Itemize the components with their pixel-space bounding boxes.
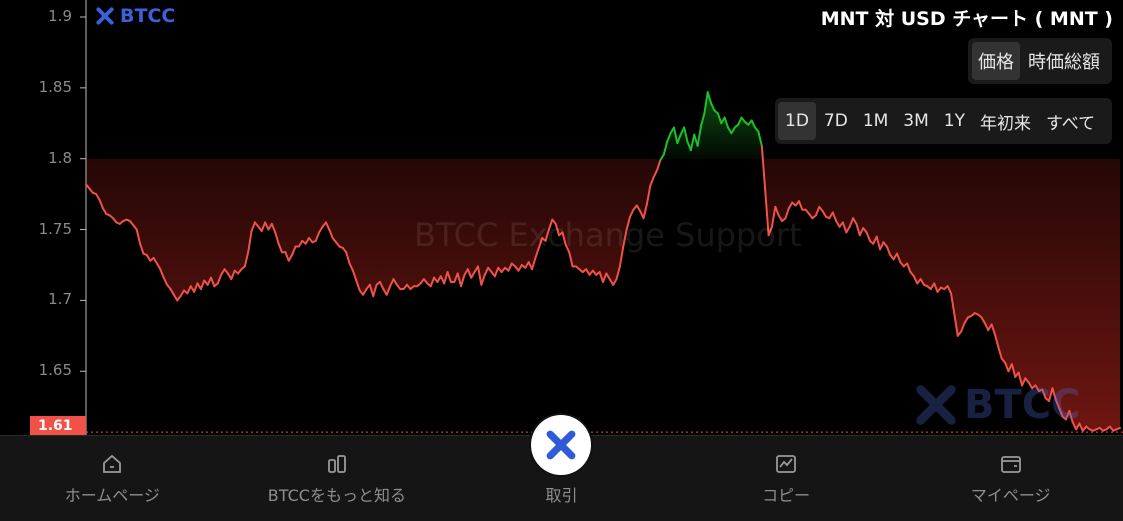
- time-range-tabs: 1D 7D 1M 3M 1Y 年初来 すべて: [775, 98, 1112, 144]
- watermark-x-icon: [916, 385, 956, 425]
- tab-7d[interactable]: 7D: [817, 102, 855, 140]
- watermark-logo: BTCC: [914, 382, 1080, 428]
- nav-home[interactable]: ホームページ: [0, 436, 225, 521]
- nav-mypage[interactable]: マイページ: [898, 436, 1123, 521]
- home-icon: [100, 452, 124, 476]
- price-chart[interactable]: 1.9 1.85 1.8 1.75 1.7 1.65 BTCC Exchange Supp…: [0, 0, 1123, 435]
- watermark-text: BTCC Exchange Support: [414, 216, 802, 254]
- toggle-price[interactable]: 価格: [972, 42, 1020, 80]
- btcc-x-icon: [96, 7, 114, 25]
- nav-learn[interactable]: BTCCをもっと知る: [225, 436, 450, 521]
- price-line-segment: [1115, 426, 1121, 431]
- copy-trading-icon: [774, 452, 798, 476]
- tab-1d[interactable]: 1D: [778, 102, 816, 140]
- tab-1y[interactable]: 1Y: [937, 102, 972, 140]
- chart-title: MNT 対 USD チャート ( MNT ): [820, 8, 1113, 30]
- watermark-logo-text: BTCC: [964, 382, 1081, 428]
- nav-home-label: ホームページ: [64, 486, 160, 505]
- nav-trade-label: 取引: [545, 486, 578, 505]
- y-tick-label: 1.75: [38, 219, 72, 238]
- trade-icon: [546, 430, 576, 460]
- wallet-icon: [999, 452, 1023, 476]
- tab-3m[interactable]: 3M: [896, 102, 935, 140]
- view-toggle: 価格 時価総額: [968, 38, 1112, 84]
- y-tick-label: 1.8: [48, 148, 72, 167]
- learn-icon: [325, 452, 349, 476]
- trade-button[interactable]: [531, 415, 591, 475]
- brand-logo: BTCC: [94, 5, 175, 27]
- y-tick-label: 1.7: [48, 290, 72, 309]
- tab-ytd[interactable]: 年初来: [973, 102, 1038, 140]
- nav-copy[interactable]: コピー: [674, 436, 899, 521]
- nav-mypage-label: マイページ: [970, 486, 1051, 505]
- nav-learn-label: BTCCをもっと知る: [267, 486, 406, 505]
- current-price-badge: 1.61: [30, 416, 86, 435]
- toggle-market-cap[interactable]: 時価総額: [1022, 42, 1106, 80]
- y-tick-label: 1.85: [38, 77, 72, 96]
- y-tick-label: 1.65: [38, 361, 72, 380]
- tab-all[interactable]: すべて: [1039, 102, 1102, 140]
- tab-1m[interactable]: 1M: [856, 102, 895, 140]
- nav-copy-label: コピー: [762, 486, 811, 505]
- brand-name: BTCC: [120, 5, 176, 27]
- y-tick-label: 1.9: [48, 7, 72, 25]
